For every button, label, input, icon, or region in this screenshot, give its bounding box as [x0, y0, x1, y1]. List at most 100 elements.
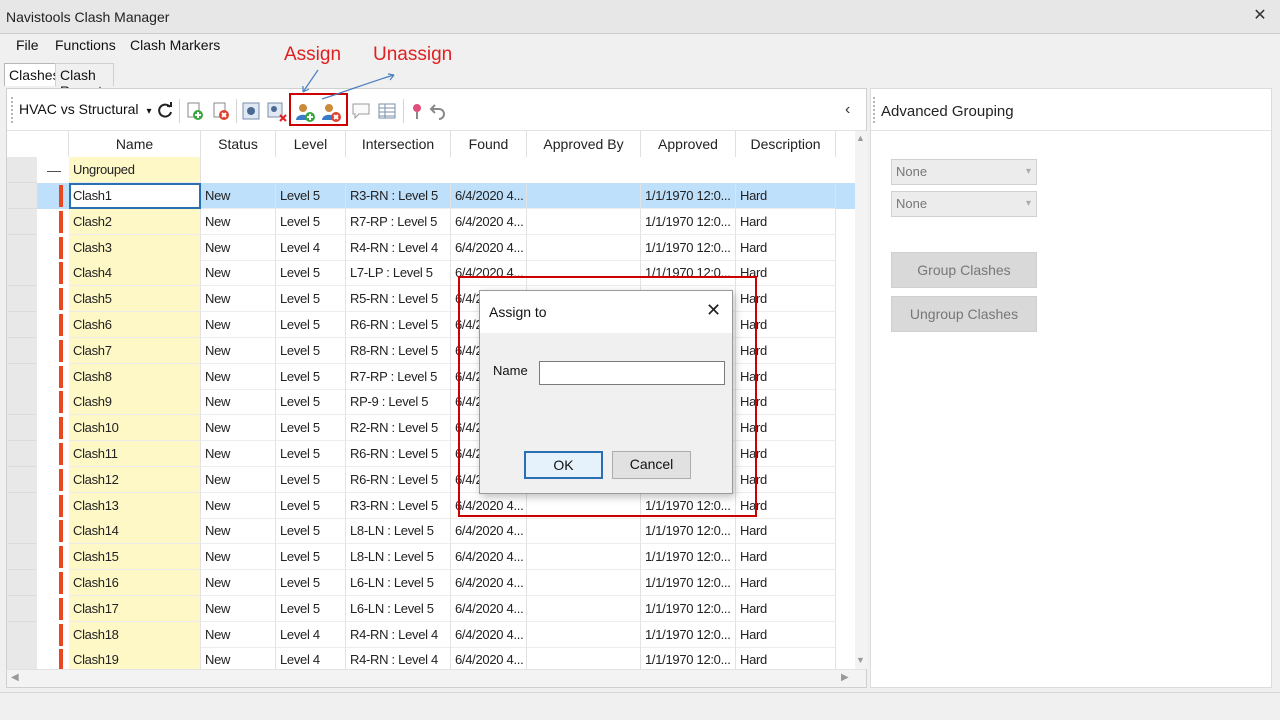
menu-functions[interactable]: Functions: [55, 37, 116, 53]
row-header[interactable]: [7, 492, 37, 519]
found-cell[interactable]: 6/4/2020 4...: [451, 234, 527, 261]
ok-button[interactable]: OK: [524, 451, 603, 479]
found-cell[interactable]: 6/4/2020 4...: [451, 518, 527, 545]
approved-cell[interactable]: 1/1/1970 12:0...: [641, 208, 736, 235]
approved-cell[interactable]: 1/1/1970 12:0...: [641, 595, 736, 622]
description-cell[interactable]: Hard: [736, 544, 836, 571]
approved-cell[interactable]: 1/1/1970 12:0...: [641, 183, 736, 209]
scroll-up-icon[interactable]: ▲: [856, 133, 865, 143]
clash-name-cell[interactable]: Clash18: [69, 621, 201, 648]
table-row[interactable]: Clash19 New Level 4 R4-RN : Level 4 6/4/2020…: [7, 647, 855, 669]
clash-test-select[interactable]: HVAC vs Structural ▾: [19, 101, 152, 117]
intersection-cell[interactable]: R6-RN : Level 5: [346, 466, 451, 493]
clash-name-cell[interactable]: Clash2: [69, 208, 201, 235]
clash-name-cell[interactable]: Clash14: [69, 518, 201, 545]
description-cell[interactable]: Hard: [736, 183, 836, 209]
approved-cell[interactable]: 1/1/1970 12:0...: [641, 518, 736, 545]
found-cell[interactable]: 6/4/2020 4...: [451, 647, 527, 669]
status-cell[interactable]: New: [201, 647, 276, 669]
menu-clash-markers[interactable]: Clash Markers: [130, 37, 220, 53]
level-cell[interactable]: Level 5: [276, 260, 346, 287]
intersection-cell[interactable]: RP-9 : Level 5: [346, 389, 451, 416]
approved-by-cell[interactable]: [527, 647, 641, 669]
status-cell[interactable]: New: [201, 621, 276, 648]
column-header-level[interactable]: Level: [276, 131, 346, 157]
status-cell[interactable]: New: [201, 234, 276, 261]
level-cell[interactable]: Level 5: [276, 544, 346, 571]
table-row[interactable]: Clash2 New Level 5 R7-RP : Level 5 6/4/2020 …: [7, 208, 855, 235]
row-header[interactable]: [7, 441, 37, 467]
column-header-name[interactable]: Name: [69, 131, 201, 157]
level-cell[interactable]: Level 5: [276, 441, 346, 467]
intersection-cell[interactable]: L6-LN : Level 5: [346, 595, 451, 622]
found-cell[interactable]: 6/4/2020 4...: [451, 183, 527, 209]
level-cell[interactable]: Level 4: [276, 234, 346, 261]
clash-name-cell[interactable]: Clash13: [69, 492, 201, 519]
row-header[interactable]: [7, 286, 37, 313]
level-cell[interactable]: Level 5: [276, 337, 346, 364]
level-cell[interactable]: Level 4: [276, 647, 346, 669]
grid-horizontal-scrollbar[interactable]: ◀ ▶: [7, 669, 866, 687]
level-cell[interactable]: Level 5: [276, 466, 346, 493]
status-cell[interactable]: New: [201, 363, 276, 390]
found-cell[interactable]: 6/4/2020 4...: [451, 544, 527, 571]
panel-gripper[interactable]: [873, 97, 876, 123]
column-header-status[interactable]: Status: [201, 131, 276, 157]
status-cell[interactable]: New: [201, 415, 276, 442]
row-header[interactable]: [7, 183, 37, 209]
collapse-panel-icon[interactable]: ‹: [845, 101, 850, 119]
status-cell[interactable]: New: [201, 286, 276, 313]
status-cell[interactable]: New: [201, 441, 276, 467]
intersection-cell[interactable]: R7-RP : Level 5: [346, 208, 451, 235]
found-cell[interactable]: 6/4/2020 4...: [451, 208, 527, 235]
window-close-icon[interactable]: ✕: [1249, 5, 1271, 27]
level-cell[interactable]: Level 5: [276, 286, 346, 313]
clash-name-cell[interactable]: Clash1: [69, 183, 201, 209]
group-clashes-button[interactable]: Group Clashes: [891, 252, 1037, 288]
unassign-icon[interactable]: [319, 99, 343, 123]
intersection-cell[interactable]: L8-LN : Level 5: [346, 518, 451, 545]
clash-name-cell[interactable]: Clash19: [69, 647, 201, 669]
row-header[interactable]: [7, 234, 37, 261]
status-cell[interactable]: New: [201, 570, 276, 596]
row-header[interactable]: [7, 570, 37, 596]
column-header-approved-by[interactable]: Approved By: [527, 131, 641, 157]
approved-by-cell[interactable]: [527, 518, 641, 545]
status-cell[interactable]: New: [201, 466, 276, 493]
level-cell[interactable]: Level 5: [276, 570, 346, 596]
row-header[interactable]: [7, 312, 37, 338]
found-cell[interactable]: 6/4/2020 4...: [451, 595, 527, 622]
assignee-name-input[interactable]: [539, 361, 725, 385]
intersection-cell[interactable]: R4-RN : Level 4: [346, 647, 451, 669]
row-header[interactable]: [7, 415, 37, 442]
menu-file[interactable]: File: [16, 37, 39, 53]
level-cell[interactable]: Level 5: [276, 595, 346, 622]
clash-name-cell[interactable]: Clash8: [69, 363, 201, 390]
status-cell[interactable]: New: [201, 208, 276, 235]
level-cell[interactable]: Level 5: [276, 363, 346, 390]
approved-cell[interactable]: 1/1/1970 12:0...: [641, 544, 736, 571]
row-header[interactable]: [7, 389, 37, 416]
intersection-cell[interactable]: R2-RN : Level 5: [346, 415, 451, 442]
assign-icon[interactable]: [293, 99, 317, 123]
cancel-button[interactable]: Cancel: [612, 451, 691, 479]
clash-name-cell[interactable]: Clash5: [69, 286, 201, 313]
clash-name-cell[interactable]: Clash17: [69, 595, 201, 622]
description-cell[interactable]: Hard: [736, 595, 836, 622]
row-header[interactable]: [7, 595, 37, 622]
clash-name-cell[interactable]: Clash15: [69, 544, 201, 571]
status-cell[interactable]: New: [201, 337, 276, 364]
clash-name-cell[interactable]: Clash12: [69, 466, 201, 493]
grid-vertical-scrollbar[interactable]: ▲ ▼: [855, 131, 867, 669]
row-header[interactable]: [7, 544, 37, 571]
status-cell[interactable]: New: [201, 389, 276, 416]
found-cell[interactable]: 6/4/2020 4...: [451, 570, 527, 596]
intersection-cell[interactable]: R3-RN : Level 5: [346, 183, 451, 209]
level-cell[interactable]: Level 5: [276, 492, 346, 519]
remove-zoom-icon[interactable]: [265, 99, 289, 123]
approved-cell[interactable]: 1/1/1970 12:0...: [641, 570, 736, 596]
scroll-down-icon[interactable]: ▼: [856, 655, 865, 665]
description-cell[interactable]: Hard: [736, 518, 836, 545]
approved-by-cell[interactable]: [527, 183, 641, 209]
description-cell[interactable]: Hard: [736, 234, 836, 261]
